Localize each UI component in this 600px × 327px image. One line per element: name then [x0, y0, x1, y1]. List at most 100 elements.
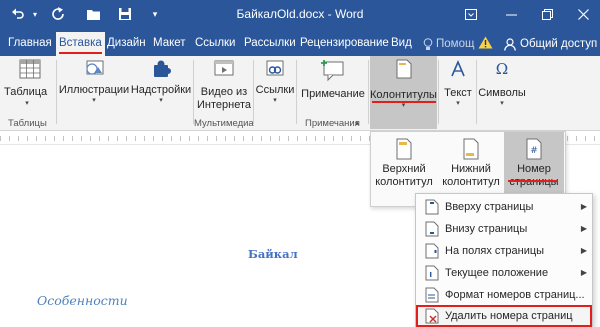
submenu-arrow-icon: ▶	[580, 268, 587, 277]
menu-item-label: Удалить номера страниц	[445, 310, 573, 322]
links-button[interactable]: Ссылки ▾	[255, 56, 295, 105]
omega-icon: Ω	[496, 60, 508, 78]
tab-references[interactable]: Ссылки	[192, 32, 239, 56]
menu-item-current-position[interactable]: Текущее положение ▶	[416, 262, 592, 284]
current-position-icon	[425, 265, 439, 281]
addins-icon	[154, 60, 171, 77]
document-subheading: Особенности	[37, 293, 128, 308]
table-label: Таблица	[4, 86, 48, 98]
menu-item-label: На полях страницы	[445, 245, 545, 257]
footer-label: Нижний колонтитул	[442, 163, 500, 188]
ribbon-insert: Таблица ▾ Таблицы Иллюстрации ▾ Надстрой…	[0, 56, 600, 131]
footer-icon	[463, 138, 479, 160]
text-label: Текст	[444, 87, 472, 99]
illustrations-label: Иллюстрации	[58, 84, 130, 96]
tab-layout[interactable]: Макет	[150, 32, 189, 56]
header-footer-icon	[396, 59, 411, 79]
links-label: Ссылки	[255, 84, 295, 96]
tab-review[interactable]: Рецензирование	[297, 32, 392, 56]
menu-item-label: Формат номеров страниц...	[445, 289, 585, 301]
lightbulb-icon	[423, 37, 433, 50]
tab-insert[interactable]: Вставка	[56, 32, 105, 56]
tell-me-box[interactable]: Помощ	[423, 35, 474, 53]
group-separator	[56, 60, 57, 124]
tab-design[interactable]: Дизайн	[104, 32, 149, 56]
collapse-ribbon-icon[interactable]: ▴	[355, 118, 359, 127]
page-number-menu: Вверху страницы ▶ Внизу страницы ▶ На по…	[415, 193, 593, 327]
menu-item-label: Вверху страницы	[445, 201, 534, 213]
table-caret: ▾	[25, 100, 29, 107]
group-separator	[368, 60, 369, 124]
menu-item-page-margins[interactable]: На полях страницы ▶	[416, 240, 592, 262]
bottom-of-page-icon	[425, 221, 439, 237]
links-caret: ▾	[273, 97, 277, 104]
submenu-arrow-icon: ▶	[580, 246, 587, 255]
group-separator	[296, 60, 297, 124]
group-separator	[438, 60, 439, 124]
group-comments-label: Примечания	[305, 118, 360, 129]
link-icon	[266, 60, 284, 76]
header-footer-caret: ▾	[401, 102, 406, 109]
online-video-button[interactable]	[196, 56, 252, 79]
group-separator	[193, 60, 194, 124]
table-button[interactable]	[12, 56, 48, 79]
text-icon	[451, 59, 465, 77]
title-bar: ▾ ▾ БайкалOld.docx - Word	[0, 0, 600, 29]
illustrations-caret: ▾	[92, 97, 96, 104]
ribbon-display-options-icon[interactable]	[458, 2, 484, 26]
comment-icon	[321, 60, 344, 82]
symbols-label: Символы	[478, 87, 526, 99]
menu-item-label: Текущее положение	[445, 267, 549, 279]
submenu-arrow-icon: ▶	[580, 224, 587, 233]
tell-me-label: Помощ	[436, 38, 475, 50]
group-tables-label: Таблицы	[8, 118, 47, 129]
tab-insert-label: Вставка	[59, 37, 102, 49]
page-number-icon: #	[526, 138, 542, 160]
addins-button[interactable]: Надстройки ▾	[130, 56, 192, 105]
svg-text:#: #	[530, 146, 538, 156]
table-icon	[19, 59, 41, 79]
comment-button[interactable]: Примечание	[298, 56, 368, 101]
page-margins-icon	[425, 243, 439, 259]
remove-page-numbers-icon	[425, 308, 439, 324]
tab-view[interactable]: Вид	[388, 32, 415, 56]
format-page-numbers-icon	[425, 287, 439, 303]
video-icon	[214, 60, 234, 76]
group-separator	[476, 60, 477, 124]
tab-insert-underline	[59, 52, 102, 54]
warning-icon[interactable]	[476, 33, 494, 51]
addins-label: Надстройки	[130, 84, 192, 96]
page-number-highlight-underline	[508, 180, 558, 182]
text-caret: ▾	[456, 100, 460, 107]
page-number-label: Номер страницы	[509, 163, 559, 188]
restore-icon[interactable]	[534, 2, 560, 26]
share-label: Общий доступ	[520, 38, 598, 50]
symbols-caret: ▾	[500, 100, 504, 107]
group-separator	[253, 60, 254, 124]
text-button[interactable]: Текст ▾	[441, 56, 475, 108]
menu-item-top-of-page[interactable]: Вверху страницы ▶	[416, 196, 592, 218]
comment-label: Примечание	[301, 88, 365, 100]
submenu-arrow-icon: ▶	[580, 202, 587, 211]
header-icon	[396, 138, 412, 160]
tab-home[interactable]: Главная	[5, 32, 55, 56]
menu-item-remove-page-numbers[interactable]: Удалить номера страниц	[416, 305, 592, 327]
top-of-page-icon	[425, 199, 439, 215]
menu-item-format-page-numbers[interactable]: Формат номеров страниц...	[416, 284, 592, 306]
illustrations-button[interactable]: Иллюстрации ▾	[58, 56, 130, 105]
person-icon	[504, 37, 516, 51]
ribbon-tabs: Главная Вставка Дизайн Макет Ссылки Расс…	[0, 29, 600, 56]
menu-item-bottom-of-page[interactable]: Внизу страницы ▶	[416, 218, 592, 240]
svg-text:Ω: Ω	[496, 60, 508, 78]
tab-mailings[interactable]: Рассылки	[241, 32, 299, 56]
symbols-button[interactable]: Ω Символы ▾	[478, 56, 526, 108]
close-icon[interactable]	[570, 2, 596, 26]
minimize-icon[interactable]	[498, 2, 524, 26]
header-footer-highlight-underline	[372, 101, 436, 103]
online-video-label: Видео из Интернета	[197, 86, 251, 111]
document-heading: Байкал	[248, 247, 298, 261]
group-media-label: Мультимедиа	[194, 118, 254, 129]
menu-item-label: Внизу страницы	[445, 223, 528, 235]
share-button[interactable]: Общий доступ	[504, 34, 597, 54]
addins-caret: ▾	[159, 97, 163, 104]
